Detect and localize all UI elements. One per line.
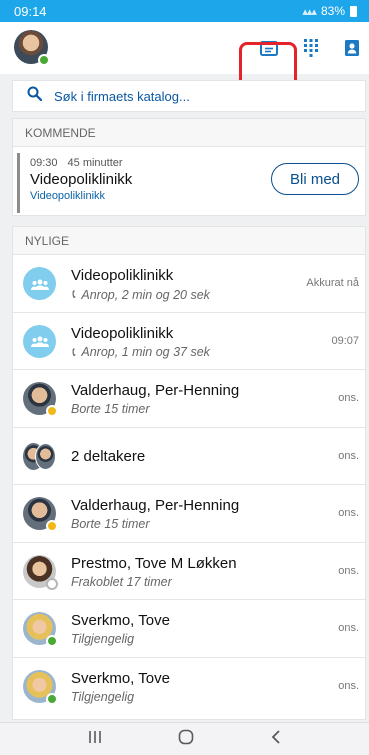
item-time: ons.	[338, 392, 359, 404]
contacts-icon[interactable]	[338, 34, 366, 62]
recent-section: NYLIGE Videopoliklinikk 📞︎ Anrop, 2 min o…	[12, 226, 366, 720]
list-item[interactable]: Videopoliklinikk 📞︎ Anrop, 1 min og 37 se…	[13, 313, 365, 370]
status-text: Frakoblet 17 timer	[71, 574, 172, 589]
item-time: 09:07	[331, 334, 359, 347]
list-item[interactable]: Sverkmo, Tove Tilgjengelig ons.	[13, 600, 365, 658]
search-icon	[27, 86, 43, 106]
group-avatar	[23, 440, 56, 473]
contact-name: Sverkmo, Tove	[71, 669, 170, 687]
item-time: ons.	[338, 622, 359, 634]
presence-available-icon	[46, 692, 58, 705]
presence-available-icon	[38, 54, 50, 66]
phone-icon: 📞︎	[71, 287, 76, 301]
status-text: Tilgjengelig	[71, 632, 135, 646]
meeting-card[interactable]: 09:30 45 minutter Videopoliklinikk Video…	[17, 153, 359, 213]
status-text: Borte 15 timer	[71, 402, 150, 416]
contact-name: Videopoliklinikk	[71, 267, 174, 284]
list-item[interactable]: Prestmo, Tove M Løkken Frakoblet 17 time…	[13, 543, 365, 600]
system-nav-bar	[0, 722, 369, 755]
contact-name: Sverkmo, Tove	[71, 612, 170, 629]
group-icon	[23, 267, 56, 300]
recent-apps-icon[interactable]	[88, 730, 102, 749]
item-time: ons.	[338, 449, 359, 462]
dialpad-icon[interactable]	[297, 34, 325, 62]
status-time: 09:14	[14, 3, 47, 19]
list-item[interactable]: Valderhaug, Per-Henning Borte 15 timer o…	[13, 370, 365, 428]
item-time: Akkurat nå	[306, 277, 359, 289]
call-detail: Anrop, 2 min og 20 sek	[81, 287, 210, 302]
battery-icon	[350, 5, 357, 17]
phone-icon: 📞︎	[71, 344, 76, 359]
contact-name: 2 deltakere	[71, 447, 146, 465]
contact-name: Valderhaug, Per-Henning	[71, 497, 240, 514]
status-text: Tilgjengelig	[71, 689, 135, 704]
join-button[interactable]: Bli med	[271, 163, 359, 195]
presence-away-icon	[46, 520, 58, 532]
recent-header: NYLIGE	[13, 227, 365, 255]
search-bar[interactable]: Søk i firmaets katalog...	[12, 80, 366, 112]
contact-name: Prestmo, Tove M Løkken	[71, 554, 237, 572]
call-detail: Anrop, 1 min og 37 sek	[81, 345, 210, 359]
list-item[interactable]: Valderhaug, Per-Henning Borte 15 timer o…	[13, 485, 365, 543]
presence-available-icon	[46, 635, 58, 647]
search-input[interactable]: Søk i firmaets katalog...	[54, 89, 190, 104]
profile-avatar[interactable]	[14, 30, 50, 66]
presence-away-icon	[46, 405, 58, 417]
item-time: ons.	[338, 564, 359, 577]
group-icon	[23, 324, 56, 358]
item-time: ons.	[338, 507, 359, 519]
status-bar: 09:14 ▴▴▴ 83%	[0, 0, 369, 22]
battery-percent: 83%	[320, 4, 345, 18]
meeting-duration: 45 minutter	[67, 157, 123, 169]
meeting-time: 09:30	[30, 157, 58, 169]
home-icon[interactable]	[178, 729, 194, 750]
status-text: Borte 15 timer	[71, 517, 150, 531]
list-item[interactable]: Sverkmo, Tove Tilgjengelig ons.	[13, 658, 365, 716]
contact-name: Videopoliklinikk	[71, 324, 174, 342]
upcoming-header: KOMMENDE	[13, 119, 365, 147]
app-bar	[0, 22, 369, 102]
signal-icon: ▴▴▴	[302, 5, 317, 18]
back-icon[interactable]	[271, 729, 281, 750]
list-item[interactable]: 2 deltakere ons.	[13, 428, 365, 485]
presence-offline-icon	[46, 577, 58, 590]
upcoming-section: KOMMENDE 09:30 45 minutter Videopoliklin…	[12, 118, 366, 216]
list-item[interactable]: Videopoliklinikk 📞︎ Anrop, 2 min og 20 se…	[13, 255, 365, 313]
contact-name: Valderhaug, Per-Henning	[71, 382, 240, 399]
item-time: ons.	[338, 679, 359, 692]
